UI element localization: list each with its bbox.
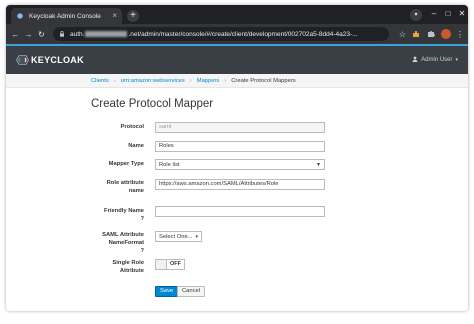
redacted-url-segment <box>85 31 128 37</box>
protocol-label: Protocol <box>120 124 144 130</box>
tab-title: Keycloak Admin Console <box>29 12 101 20</box>
keycloak-favicon-icon <box>16 13 24 19</box>
user-name: Admin User <box>421 57 453 63</box>
profile-avatar[interactable] <box>441 29 451 39</box>
back-icon[interactable]: ← <box>10 30 21 39</box>
friendly-name-label: Friendly Name ? <box>91 207 144 223</box>
page-title: Create Protocol Mapper <box>91 98 214 110</box>
friendly-name-input[interactable] <box>155 206 325 217</box>
chevron-down-icon: ▼ <box>316 161 321 168</box>
browser-window: Keycloak Admin Console × + ▾ – □ ✕ ← → ↻… <box>6 5 468 311</box>
chevron-down-icon: ▾ <box>455 57 458 63</box>
toggle-knob <box>156 260 167 269</box>
saml-nameformat-select[interactable]: Select One... ▾ <box>155 231 202 242</box>
help-icon[interactable]: ? <box>91 215 144 223</box>
extension-icon[interactable] <box>410 29 421 40</box>
lock-icon <box>59 31 65 37</box>
single-role-attribute-label-line2: Attribute <box>119 268 144 274</box>
maximize-button[interactable]: □ <box>442 9 454 19</box>
role-attribute-name-label-line1: Role attribute <box>106 180 144 186</box>
keycloak-logo-text: KEYCLOAK <box>31 55 84 65</box>
breadcrumb-clients[interactable]: Clients <box>91 78 109 84</box>
mapper-type-select[interactable]: Role list ▼ <box>155 159 325 170</box>
url-host-prefix: auth. <box>70 30 85 38</box>
new-tab-button[interactable]: + <box>127 10 139 22</box>
cancel-button[interactable]: Cancel <box>177 286 206 297</box>
keycloak-header: KEYCLOAK Admin User ▾ <box>6 44 468 74</box>
mapper-type-label: Mapper Type <box>108 161 144 167</box>
single-role-attribute-label-line1: Single Role <box>112 260 144 266</box>
name-label: Name <box>128 143 144 149</box>
reload-icon[interactable]: ↻ <box>36 30 47 39</box>
role-attribute-name-label: Role attribute name <box>91 179 144 195</box>
saml-nameformat-label-line1: SAML Attribute <box>102 232 144 238</box>
user-icon <box>412 56 418 64</box>
close-window-button[interactable]: ✕ <box>456 9 468 19</box>
role-attribute-name-input[interactable]: https://aws.amazon.com/SAML/Attributes/R… <box>155 179 325 190</box>
toggle-state-label: OFF <box>170 261 181 267</box>
tab-strip: Keycloak Admin Console × + ▾ – □ ✕ <box>6 5 468 24</box>
breadcrumb-client[interactable]: urn:amazon:webservices <box>121 78 185 84</box>
browser-menu-icon[interactable]: ⋮ <box>456 30 464 39</box>
single-role-attribute-toggle[interactable]: OFF <box>155 259 185 270</box>
breadcrumb-mappers[interactable]: Mappers <box>197 78 220 84</box>
breadcrumb-separator: › <box>224 77 227 84</box>
friendly-name-label-text: Friendly Name <box>104 208 144 214</box>
page-content: Clients › urn:amazon:webservices › Mappe… <box>6 74 468 311</box>
user-menu[interactable]: Admin User ▾ <box>412 56 458 64</box>
single-role-attribute-label: Single Role Attribute <box>91 259 144 275</box>
browser-toolbar: ← → ↻ auth. .net/admin/master/console/#/… <box>6 24 468 44</box>
breadcrumb-current: Create Protocol Mappers <box>231 77 296 84</box>
mapper-type-value: Role list <box>159 161 180 168</box>
keycloak-logo-icon <box>16 55 29 65</box>
name-input[interactable]: Roles <box>155 141 325 152</box>
browser-tab[interactable]: Keycloak Admin Console × <box>11 8 122 24</box>
chevron-down-icon: ▾ <box>195 233 198 240</box>
tab-search-icon[interactable]: ▾ <box>410 9 422 21</box>
minimize-button[interactable]: – <box>428 9 440 19</box>
protocol-field: saml <box>155 122 325 133</box>
saml-nameformat-label: SAML Attribute NameFormat ? <box>91 231 144 255</box>
bookmark-star-icon[interactable]: ☆ <box>399 30 406 39</box>
extensions-puzzle-icon[interactable] <box>425 29 436 40</box>
save-button[interactable]: Save <box>155 286 179 297</box>
address-bar[interactable]: auth. .net/admin/master/console/#/create… <box>53 27 389 41</box>
keycloak-logo[interactable]: KEYCLOAK <box>16 55 84 65</box>
help-icon[interactable]: ? <box>91 247 144 255</box>
role-attribute-name-label-line2: name <box>128 188 144 194</box>
breadcrumb: Clients › urn:amazon:webservices › Mappe… <box>6 74 468 88</box>
forward-icon[interactable]: → <box>23 30 34 39</box>
breadcrumb-separator: › <box>189 77 192 84</box>
url-path: .net/admin/master/console/#/create/clien… <box>128 30 358 38</box>
tab-close-icon[interactable]: × <box>112 12 117 20</box>
breadcrumb-separator: › <box>113 77 116 84</box>
saml-nameformat-value: Select One... <box>159 233 193 240</box>
saml-nameformat-label-line2: NameFormat <box>108 240 144 246</box>
